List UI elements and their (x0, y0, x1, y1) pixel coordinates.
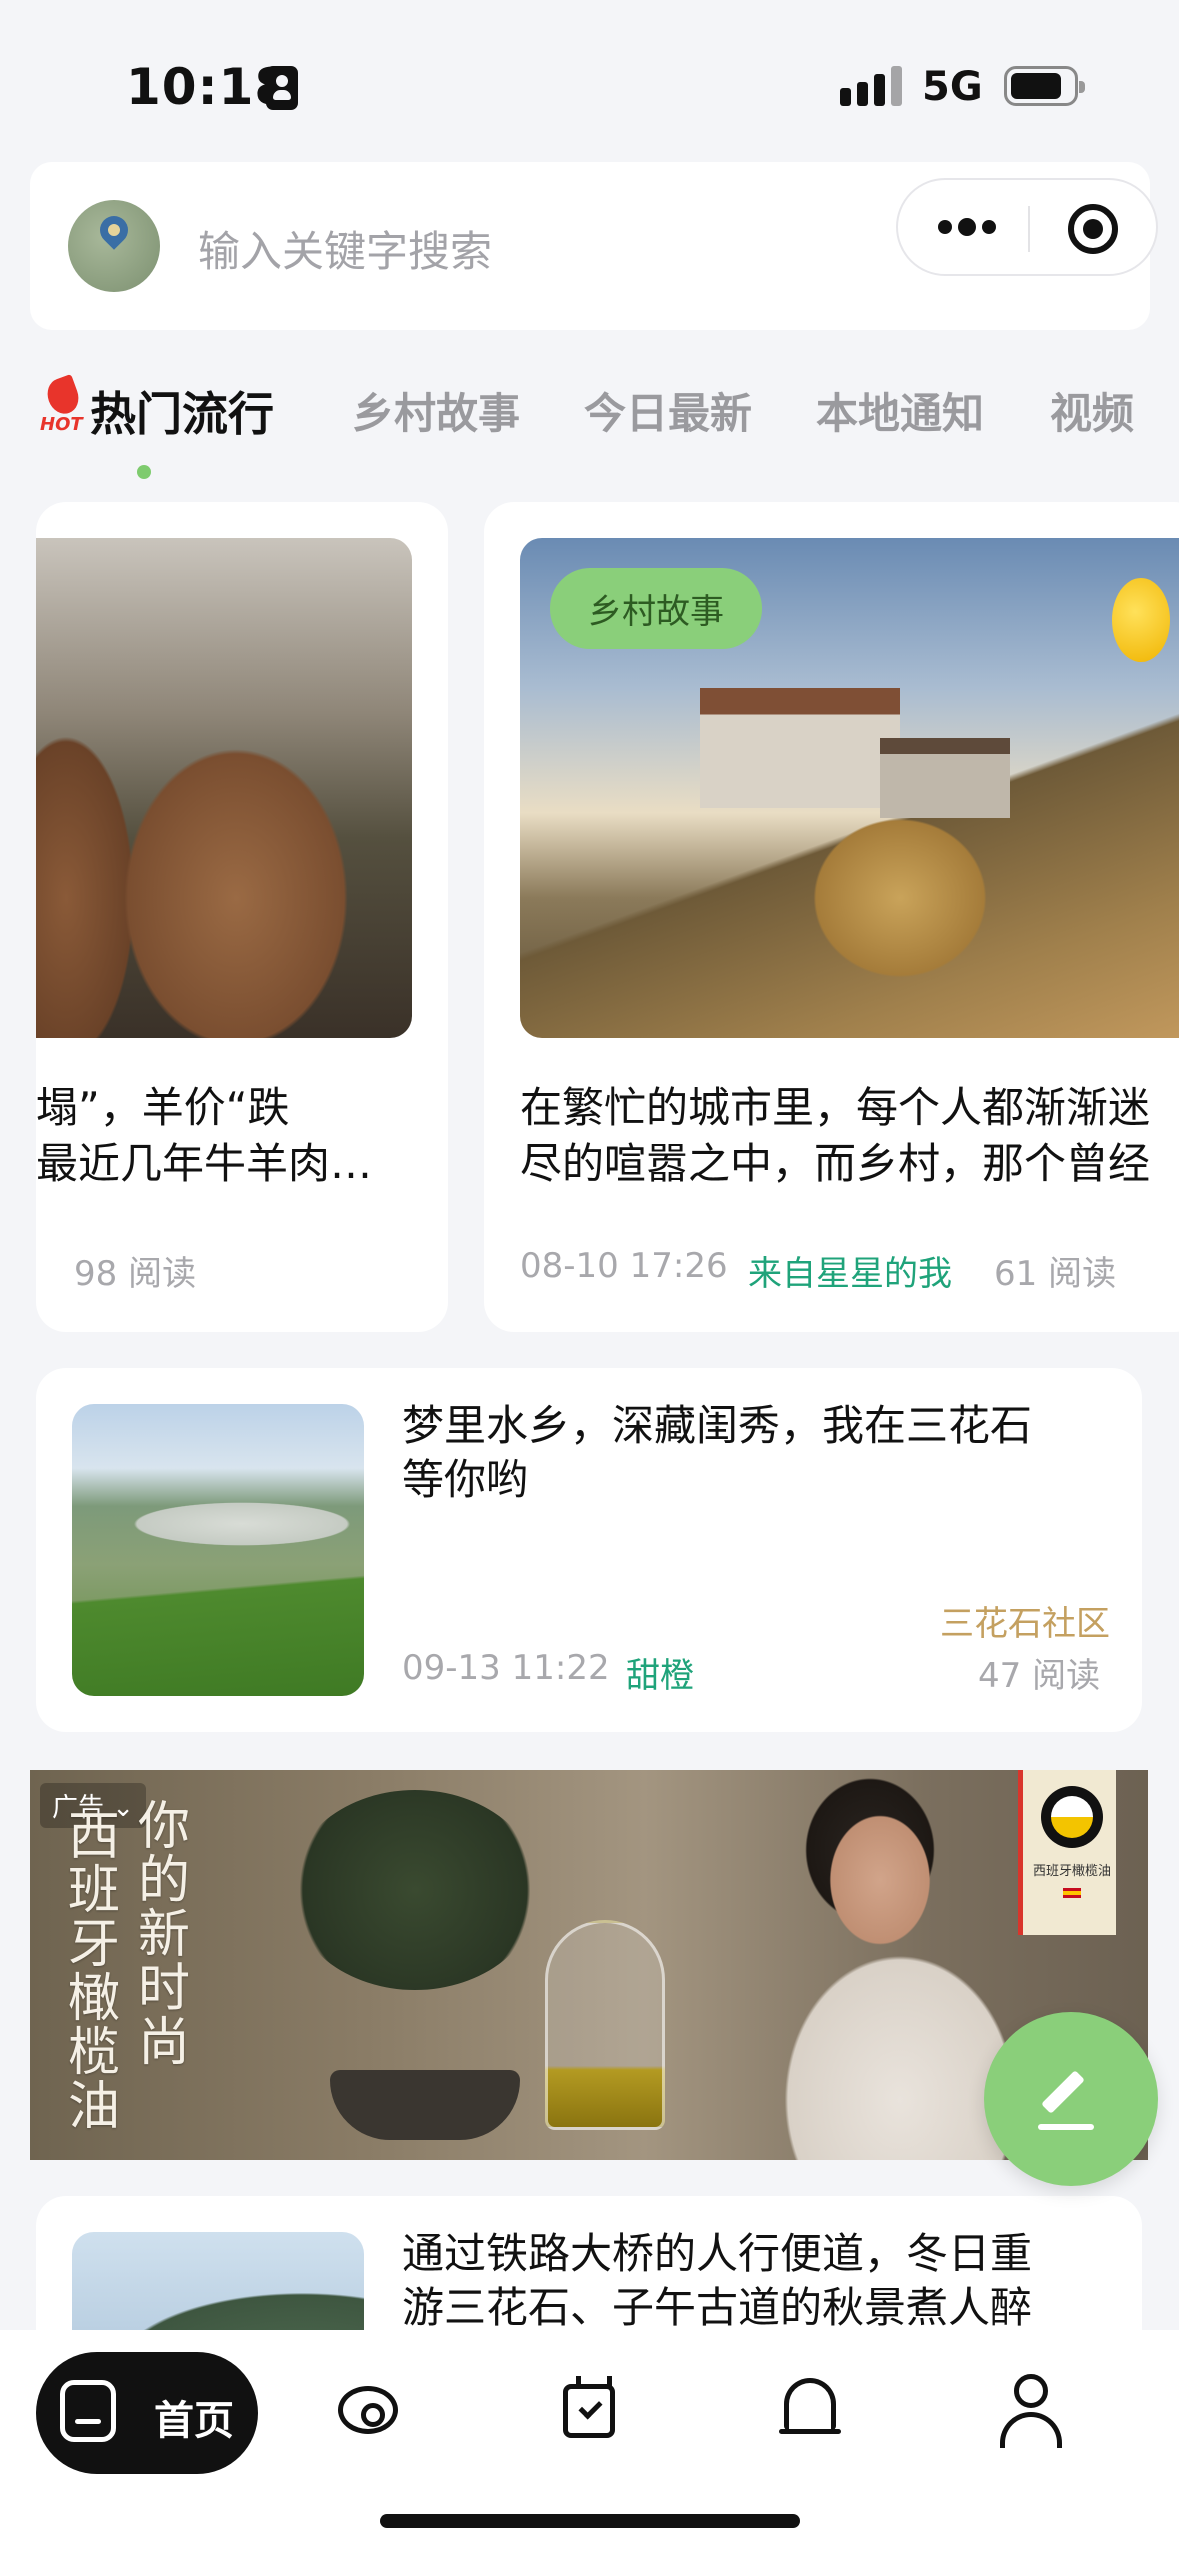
home-indicator (380, 2514, 800, 2528)
active-tab-indicator (137, 465, 151, 479)
post-author[interactable]: 甜橙 (626, 1648, 694, 1697)
pencil-icon (1041, 2070, 1085, 2114)
featured-date: 08-10 17:26 (520, 1246, 728, 1286)
featured-reads: 61 阅读 (994, 1254, 1117, 1294)
category-tag: 乡村故事 (550, 568, 762, 649)
nav-bell-icon[interactable] (779, 2378, 841, 2434)
featured-title-line1: 在繁忙的城市里，每个人都渐渐迷 (520, 1083, 1151, 1132)
mini-program-capsule (896, 178, 1158, 276)
post-thumbnail (72, 1404, 364, 1696)
featured-card[interactable]: 乡村故事 在繁忙的城市里，每个人都渐渐迷 尽的喧嚣之中，而乡村，那个曾经 08-… (484, 502, 1179, 1332)
post-title-line2: 等你哟 (402, 1455, 529, 1504)
featured-reads: 98 阅读 (74, 1254, 197, 1294)
location-avatar[interactable] (68, 200, 160, 292)
ad-brand-logo: 西班牙橄榄油 (1018, 1770, 1116, 1935)
more-icon[interactable] (938, 218, 1002, 238)
featured-title-line2: 尽的喧嚣之中，而乡村，那个曾经 (520, 1139, 1151, 1188)
tab-local-notice[interactable]: 本地通知 (816, 380, 984, 441)
post-title-line1: 通过铁路大桥的人行便道，冬日重 (402, 2229, 1033, 2278)
featured-title-line1: 塌”，羊价“跌 (36, 1083, 290, 1132)
hot-icon: HOT (38, 373, 90, 435)
signal-icon (840, 66, 902, 106)
post-title-line1: 梦里水乡，深藏闺秀，我在三花石 (402, 1401, 1033, 1450)
featured-card[interactable]: 塌”，羊价“跌 最近几年牛羊肉… 98 阅读 (36, 502, 448, 1332)
nav-calendar-check-icon[interactable] (563, 2376, 615, 2438)
search-input[interactable]: 输入关键字搜索 (198, 218, 492, 279)
tab-video[interactable]: 视频 (1050, 380, 1134, 441)
close-target-icon[interactable] (1068, 204, 1118, 254)
featured-author[interactable]: 来自星星的我 (748, 1246, 952, 1295)
featured-image (36, 538, 412, 1038)
post-reads: 47 阅读 (978, 1656, 1101, 1696)
ad-headline-col2: 你的新时尚 (137, 1797, 190, 2073)
compose-button[interactable] (984, 2012, 1158, 2186)
network-type: 5G (922, 64, 983, 110)
ad-banner[interactable] (30, 1770, 1148, 2160)
home-icon (60, 2380, 116, 2442)
ad-headline-col1: 西班牙橄榄油 (67, 1807, 120, 2137)
battery-icon (1004, 66, 1085, 106)
featured-title-line2: 最近几年牛羊肉… (36, 1139, 373, 1188)
contact-badge-icon (266, 66, 298, 110)
nav-discover-eye-icon[interactable] (338, 2386, 398, 2434)
coin-icon (1112, 578, 1170, 662)
post-title-line2: 游三花石、子午古道的秋景煮人醉 (402, 2283, 1033, 2332)
tab-village-stories[interactable]: 乡村故事 (352, 380, 520, 441)
nav-profile-user-icon[interactable] (1000, 2374, 1062, 2450)
post-date: 09-13 11:22 (402, 1648, 610, 1688)
tab-hot[interactable]: 热门流行 (90, 378, 274, 444)
nav-home-label[interactable]: 首页 (154, 2388, 234, 2446)
post-community[interactable]: 三花石社区 (940, 1596, 1110, 1645)
list-item[interactable]: 梦里水乡，深藏闺秀，我在三花石 等你哟 三花石社区 09-13 11:22 甜橙… (36, 1368, 1142, 1732)
tab-today-latest[interactable]: 今日最新 (584, 380, 752, 441)
